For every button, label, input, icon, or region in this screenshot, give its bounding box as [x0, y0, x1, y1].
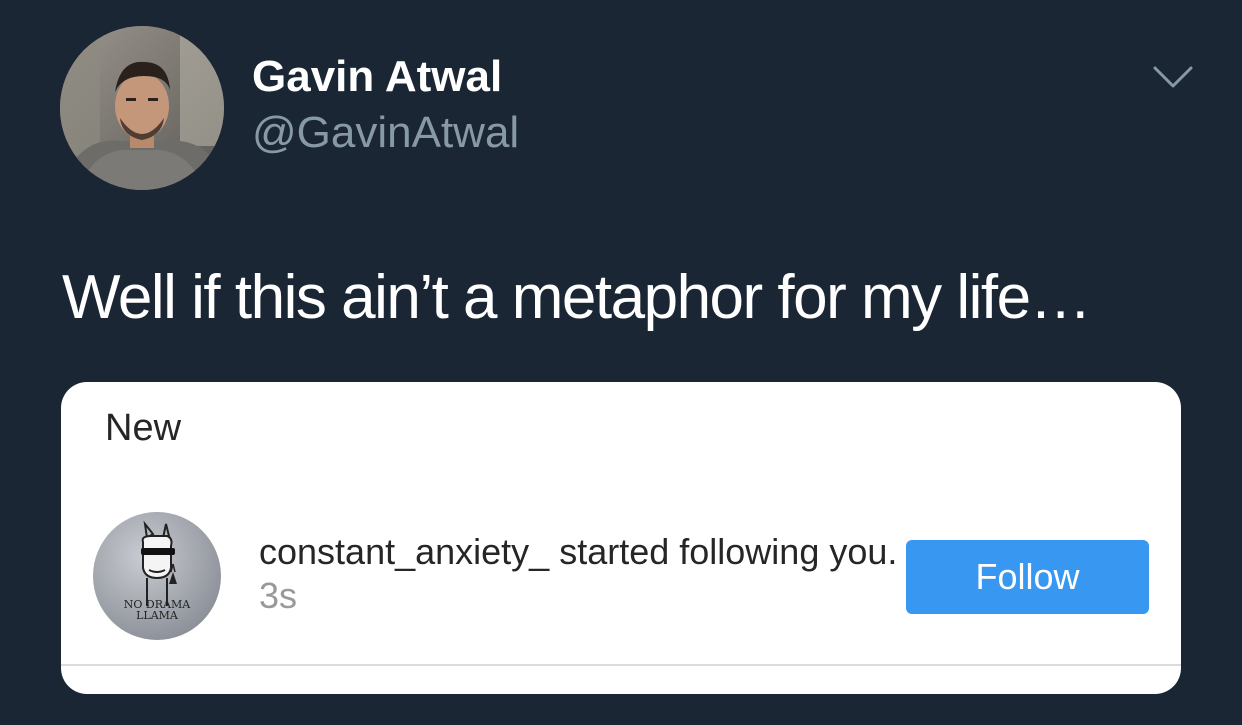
- author-handle[interactable]: @GavinAtwal: [252, 108, 519, 158]
- follow-button[interactable]: Follow: [906, 540, 1149, 614]
- notification-text: constant_anxiety_ started following you.…: [259, 530, 899, 618]
- llama-logo-line2: LLAMA: [136, 609, 179, 622]
- chevron-down-icon[interactable]: [1148, 58, 1198, 94]
- section-title: New: [105, 407, 182, 449]
- follower-username[interactable]: constant_anxiety_: [259, 531, 549, 572]
- follower-avatar[interactable]: NO DRAMA LLAMA: [93, 512, 221, 640]
- tweet-text: Well if this ain’t a metaphor for my lif…: [62, 263, 1092, 332]
- divider: [61, 664, 1181, 666]
- notification-timestamp: 3s: [259, 575, 298, 616]
- embedded-screenshot[interactable]: New NO DRAMA LLAMA constant_anxiety_ sta…: [61, 382, 1181, 694]
- author-avatar[interactable]: [60, 26, 224, 190]
- notification-action: started following you.: [549, 531, 898, 572]
- author-name[interactable]: Gavin Atwal: [252, 52, 502, 102]
- tweet: Gavin Atwal @GavinAtwal Well if this ain…: [0, 0, 1242, 725]
